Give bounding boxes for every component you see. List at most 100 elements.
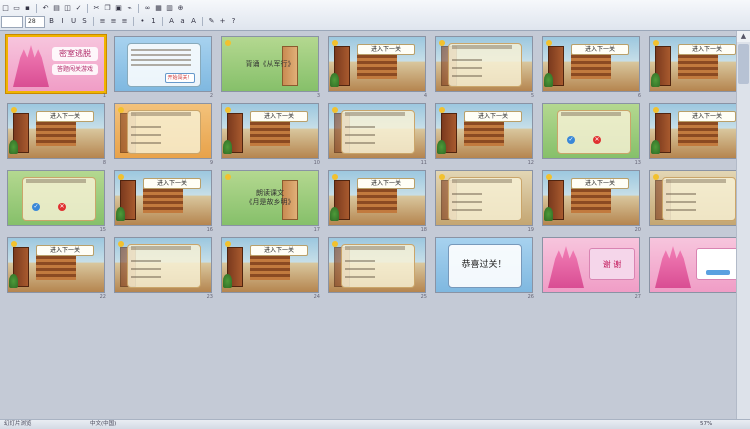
slide-thumbnail[interactable]: 进入下一关 <box>329 37 425 91</box>
slide-thumbnail[interactable] <box>115 104 211 158</box>
slide-number: 8 <box>102 160 106 166</box>
spell-icon[interactable]: ✓ <box>74 4 83 13</box>
slide-thumbnail[interactable]: 谢 谢 <box>543 238 639 292</box>
font-name-combo[interactable] <box>1 15 23 28</box>
slide-text: 背诵《从军行》 <box>245 59 295 68</box>
star-icon <box>11 241 17 247</box>
zoom-icon[interactable]: ⊕ <box>176 4 185 13</box>
shadow-icon[interactable]: S <box>80 17 89 26</box>
cut-icon[interactable]: ✂ <box>92 4 101 13</box>
slide-thumbnail[interactable]: 朗读课文 《月是故乡明》 <box>222 171 318 225</box>
plant-image <box>544 207 553 221</box>
design-icon[interactable]: ✎ <box>207 17 216 26</box>
plant-image <box>9 140 18 154</box>
scroll-thumb[interactable] <box>738 44 749 84</box>
bold-icon[interactable]: B <box>47 17 56 26</box>
slide-thumbnail[interactable]: 进入下一关 <box>329 171 425 225</box>
question-text <box>345 112 405 116</box>
slide-thumbnail[interactable]: 进入下一关 <box>8 238 104 292</box>
slide-thumbnail[interactable]: 进入下一关 <box>436 104 532 158</box>
slide-thumbnail[interactable]: 恭喜过关！ <box>436 238 532 292</box>
increase-font-icon[interactable]: A <box>167 17 176 26</box>
table-icon[interactable]: ▦ <box>154 4 163 13</box>
toolbar-separator <box>93 17 94 26</box>
chart-icon[interactable]: ▥ <box>165 4 174 13</box>
slide-thumbnail[interactable] <box>329 104 425 158</box>
font-size-combo[interactable]: 28 <box>25 15 45 28</box>
slide-thumbnail[interactable]: 进入下一关 <box>543 171 639 225</box>
bullets-icon[interactable]: • <box>138 17 147 26</box>
slide-thumbnail[interactable]: 背诵《从军行》 <box>222 37 318 91</box>
slide-thumbnail[interactable] <box>436 37 532 91</box>
slide-number: 19 <box>527 227 534 233</box>
star-icon <box>439 174 445 180</box>
open-icon[interactable]: ▭ <box>12 4 21 13</box>
help-icon[interactable]: ? <box>229 17 238 26</box>
slide-thumbnail[interactable]: 开始闯关！ <box>115 37 211 91</box>
star-icon <box>546 174 552 180</box>
format-painter-icon[interactable]: ⌁ <box>125 4 134 13</box>
slide-thumbnail[interactable]: 进入下一关 <box>8 104 104 158</box>
star-icon <box>118 174 124 180</box>
hyperlink-icon[interactable]: ∞ <box>143 4 152 13</box>
decrease-font-icon[interactable]: a <box>178 17 187 26</box>
option-line <box>345 126 375 128</box>
slide-thumbnail[interactable] <box>115 238 211 292</box>
copy-icon[interactable]: ❐ <box>103 4 112 13</box>
paste-icon[interactable]: ▣ <box>114 4 123 13</box>
slide-thumbnail[interactable]: 进入下一关 <box>115 171 211 225</box>
preview-icon[interactable]: ◫ <box>63 4 72 13</box>
underline-icon[interactable]: U <box>69 17 78 26</box>
star-icon <box>332 241 338 247</box>
align-left-icon[interactable]: ≡ <box>98 17 107 26</box>
star-icon <box>118 107 124 113</box>
star-icon <box>11 107 17 113</box>
option-line <box>345 134 375 136</box>
slide-thumbnail[interactable]: 进入下一关 <box>222 104 318 158</box>
option-line <box>666 209 696 211</box>
slide-thumbnail[interactable] <box>650 171 746 225</box>
toolbar-separator <box>162 17 163 26</box>
slide-text: 朗读课文 《月是故乡明》 <box>245 189 295 206</box>
question-text <box>666 179 726 183</box>
vertical-scrollbar[interactable]: ▲ <box>736 31 750 420</box>
option-line <box>131 126 161 128</box>
numbering-icon[interactable]: 1 <box>149 17 158 26</box>
slide-thumbnail[interactable]: ✓ ✕ <box>543 104 639 158</box>
slide-subtitle: 答题闯关游戏 <box>52 64 98 75</box>
slide-thumbnail[interactable] <box>436 171 532 225</box>
print-icon[interactable]: ▤ <box>52 4 61 13</box>
slide-thumbnail[interactable]: 进入下一关 <box>222 238 318 292</box>
cross-icon: ✕ <box>593 136 601 144</box>
zoom-level[interactable]: 57% <box>700 420 712 429</box>
font-color-icon[interactable]: A <box>189 17 198 26</box>
slide-thumbnail[interactable]: 密室逃脱 答题闯关游戏 <box>8 37 104 91</box>
slide-thumbnail[interactable]: 进入下一关 <box>543 37 639 91</box>
plant-image <box>651 140 660 154</box>
question-panel <box>662 177 736 221</box>
new-icon[interactable]: □ <box>1 4 10 13</box>
new-slide-icon[interactable]: + <box>218 17 227 26</box>
slide-thumbnail[interactable]: ✓ ✕ <box>8 171 104 225</box>
question-text <box>131 112 191 116</box>
next-level-banner: 进入下一关 <box>357 178 415 189</box>
plant-image <box>651 73 660 87</box>
option-line <box>452 193 482 195</box>
slide-thumbnail[interactable] <box>329 238 425 292</box>
save-icon[interactable]: ▪ <box>23 4 32 13</box>
option-line <box>666 193 696 195</box>
next-level-banner: 进入下一关 <box>143 178 201 189</box>
slide-thumbnail[interactable]: 进入下一关 <box>650 104 746 158</box>
slide-thumbnail[interactable]: 进入下一关 <box>650 37 746 91</box>
undo-icon[interactable]: ↶ <box>41 4 50 13</box>
plant-image <box>437 140 446 154</box>
align-right-icon[interactable]: ≡ <box>120 17 129 26</box>
status-bar: 幻灯片浏览 中文(中国) 57% <box>0 419 750 429</box>
italic-icon[interactable]: I <box>58 17 67 26</box>
center-icon[interactable]: ≡ <box>109 17 118 26</box>
formatting-toolbar-row: 28 B I U S ≡ ≡ ≡ • 1 Aa A ✎ +? <box>0 15 239 28</box>
scroll-up-icon[interactable]: ▲ <box>737 31 750 42</box>
star-icon <box>225 107 231 113</box>
slide-thumbnail[interactable] <box>650 238 746 292</box>
option-line <box>452 209 482 211</box>
